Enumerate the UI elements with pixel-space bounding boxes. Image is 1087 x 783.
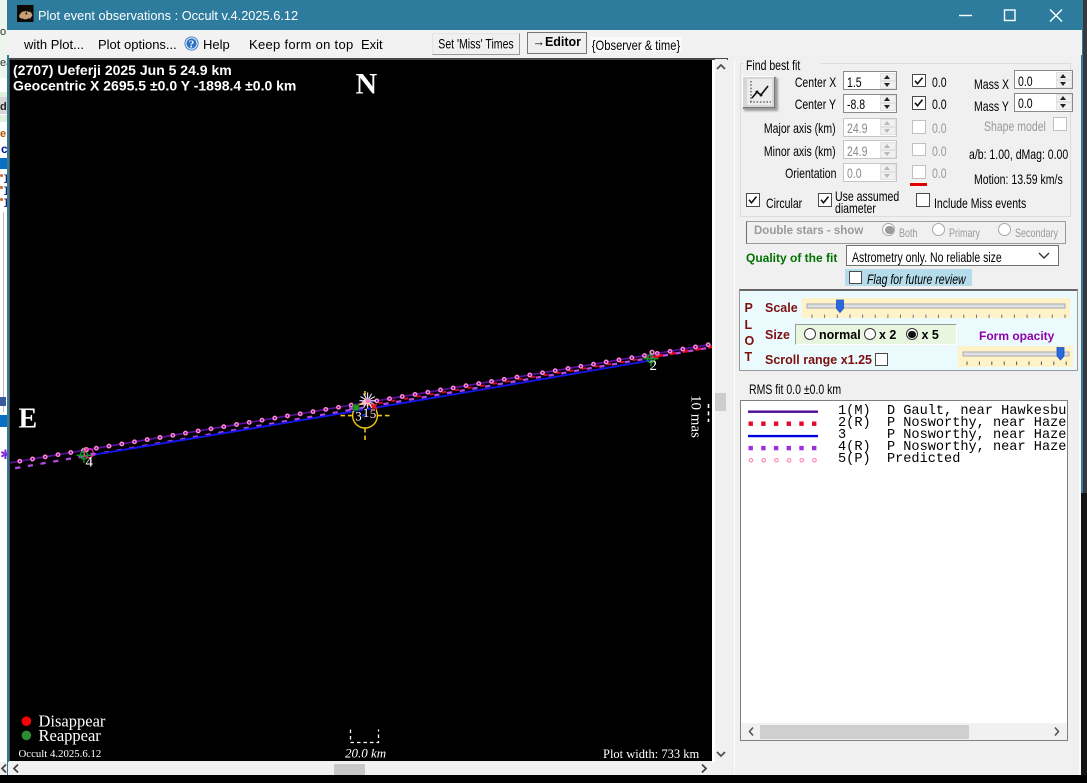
svg-text:?: ? [189,39,195,51]
svg-text:N: N [356,68,378,101]
svg-text:(2707) Ueferji 2025 Jun 5 2: (2707) Ueferji 2025 Jun 5 24.9 km [13,62,232,78]
svg-text:10 mas: 10 mas [688,395,704,438]
svg-text:Geocentric X 2695.5 ±0.0 Y: Geocentric X 2695.5 ±0.0 Y -1898.4 ±0.0 … [13,78,296,94]
svg-text:20.0 km: 20.0 km [345,746,386,761]
svg-text:Reappear: Reappear [39,726,102,745]
svg-text:2: 2 [650,358,658,374]
svg-text:Occult 4.2025.6.12: Occult 4.2025.6.12 [19,748,102,760]
svg-text:5: 5 [370,406,377,421]
svg-text:4: 4 [86,455,94,471]
svg-text:1: 1 [363,405,370,420]
svg-text:E: E [19,404,38,435]
svg-text:3: 3 [355,409,362,424]
svg-text:Plot width: 733 km: Plot width: 733 km [603,747,699,760]
